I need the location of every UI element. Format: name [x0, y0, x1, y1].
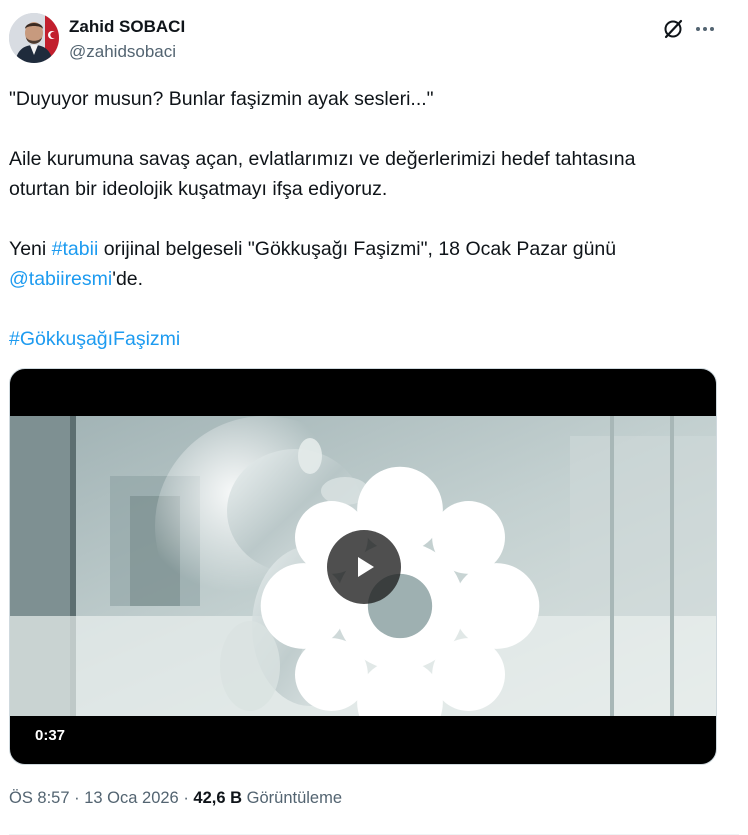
tweet-line: "Duyuyor musun? Bunlar faşizmin ayak ses… [9, 88, 434, 110]
more-icon[interactable] [693, 17, 717, 41]
grok-icon[interactable] [661, 17, 685, 41]
video-duration: 0:37 [35, 727, 66, 744]
meta-separator: · [74, 789, 80, 807]
tweet-header: Zahid SOBACI @zahidsobaci [9, 13, 729, 67]
tweet-line: Yeni #tabii orijinal belgeseli "Gökkuşağ… [9, 234, 729, 264]
play-icon [358, 557, 374, 577]
author-handle[interactable]: @zahidsobaci [69, 42, 176, 62]
tweet-text-segment: Yeni [9, 238, 52, 260]
hashtag-link-tabii[interactable]: #tabii [52, 238, 99, 260]
meta-separator: · [183, 789, 189, 807]
tweet-line: Aile kurumuna savaş açan, evlatlarımızı … [9, 148, 636, 170]
views-label: Görüntüleme [246, 789, 343, 807]
tweet-text-segment: 'de. [112, 268, 144, 290]
tweet-time[interactable]: ÖS 8:57 [9, 789, 70, 807]
tweet-meta: ÖS 8:57 · 13 Oca 2026 · 42,6 B Görüntüle… [9, 789, 342, 808]
video-player[interactable]: tabii 0:37 [9, 368, 717, 765]
tweet-text-segment: orijinal belgeseli "Gökkuşağı Faşizmi", … [98, 238, 617, 260]
play-button[interactable] [327, 530, 401, 604]
tweet-line: oturtan bir ideolojik kuşatmayı ifşa edi… [9, 178, 388, 200]
hashtag-link[interactable]: #GökkuşağıFaşizmi [9, 328, 180, 350]
mention-link[interactable]: @tabiiresmi [9, 268, 112, 290]
tweet-text: "Duyuyor musun? Bunlar faşizmin ayak ses… [9, 84, 729, 354]
avatar[interactable] [9, 13, 59, 63]
author-name[interactable]: Zahid SOBACI [69, 17, 185, 37]
tweet-line: @tabiiresmi'de. [9, 264, 729, 294]
tweet-date[interactable]: 13 Oca 2026 [84, 789, 179, 807]
tweet-line: #GökkuşağıFaşizmi [9, 324, 729, 354]
tweet: Zahid SOBACI @zahidsobaci "Duyuyor musun… [0, 0, 748, 835]
views-count[interactable]: 42,6 B [193, 789, 242, 807]
